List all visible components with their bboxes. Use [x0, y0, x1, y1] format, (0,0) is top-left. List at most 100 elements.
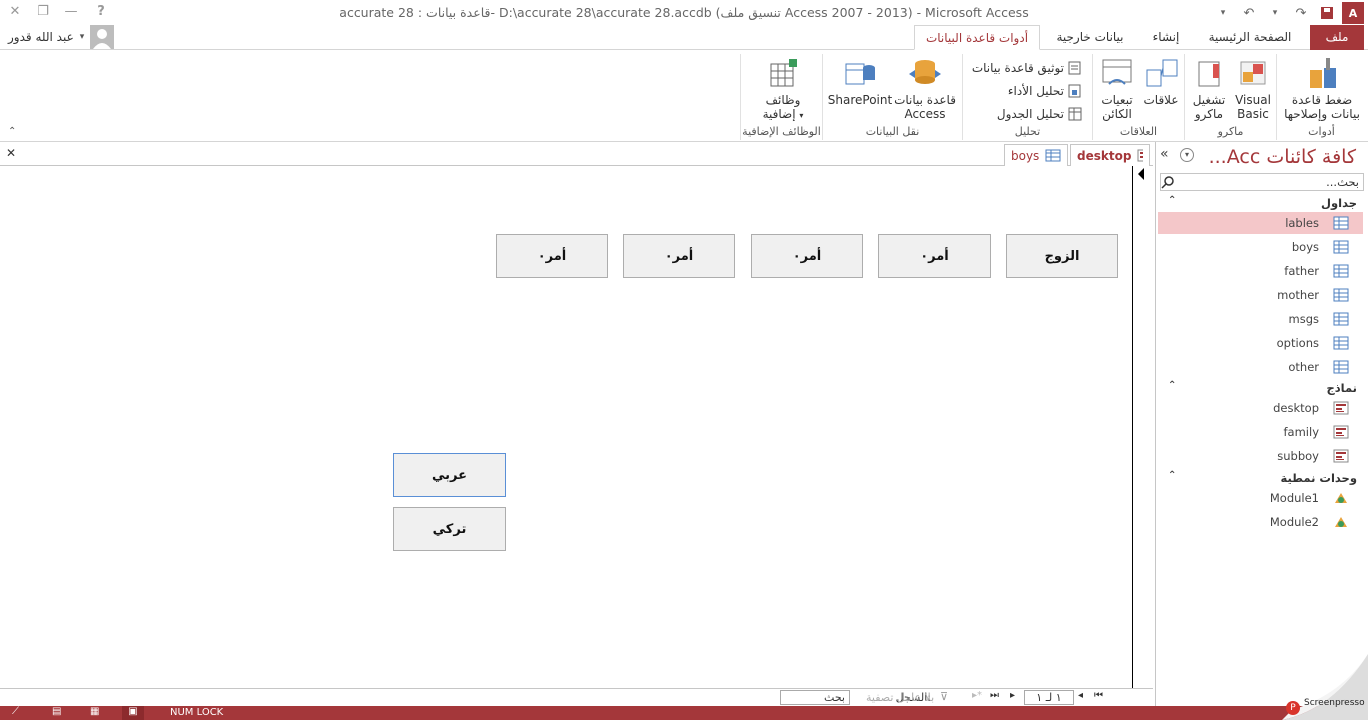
turkish-button[interactable]: تركي — [393, 507, 506, 551]
nav-item-label: lables — [1285, 216, 1319, 230]
nav-item-label: boys — [1291, 240, 1319, 254]
object-dependencies-icon — [1099, 56, 1135, 90]
access-database-button[interactable]: قاعدة بيانات Access — [893, 56, 957, 121]
avatar — [90, 25, 115, 49]
nav-item-label: Module2 — [1269, 515, 1319, 529]
nav-table-other[interactable]: other — [1158, 356, 1363, 378]
redo-icon[interactable]: ↷ — [1290, 2, 1312, 24]
first-record-icon[interactable]: ⏮ — [1094, 690, 1103, 701]
database-documenter-button[interactable]: توثيق قاعدة بيانات — [972, 58, 1082, 78]
nav-form-family[interactable]: family — [1158, 421, 1363, 443]
record-search-input[interactable]: بحث — [780, 690, 850, 705]
next-record-icon[interactable]: ▸ — [1010, 690, 1015, 701]
layout-view-icon[interactable]: ▤ — [52, 706, 61, 717]
nav-table-msgs[interactable]: msgs — [1158, 308, 1363, 330]
addins-icon — [765, 56, 801, 90]
datasheet-view-icon[interactable]: ▦ — [90, 706, 99, 717]
watermark-logo: P Screenpresso — [1272, 654, 1368, 720]
table-icon — [1333, 336, 1349, 350]
nav-module-Module1[interactable]: Module1 — [1158, 487, 1363, 509]
access-db-label-2: Access — [904, 107, 946, 121]
title-bar: ✕ ❐ — ? accurate 28 : قاعدة بيانات- D:\a… — [0, 0, 1368, 26]
nav-table-boys[interactable]: boys — [1158, 236, 1363, 258]
nav-table-options[interactable]: options — [1158, 332, 1363, 354]
tables-section-header[interactable]: جداول ⌃ — [1156, 193, 1368, 213]
nav-form-desktop[interactable]: desktop — [1158, 397, 1363, 419]
group-relationships: علاقات تبعيات الكائن العلاقات — [1092, 54, 1184, 140]
relationships-button[interactable]: علاقات — [1139, 56, 1183, 107]
command-button-1[interactable]: أمر٠ — [878, 234, 991, 278]
module-icon — [1333, 515, 1349, 529]
previous-record-icon[interactable]: ◂ — [1078, 690, 1083, 701]
addins-label-1: وظائف — [765, 93, 801, 107]
collapse-ribbon-icon[interactable]: ⌃ — [8, 126, 16, 137]
sharepoint-button[interactable]: SharePoint — [827, 56, 893, 107]
nav-item-label: desktop — [1273, 401, 1319, 415]
nav-table-mother[interactable]: mother — [1158, 284, 1363, 306]
arabic-button[interactable]: عربي — [393, 453, 506, 497]
tab-file[interactable]: ملف — [1310, 25, 1364, 50]
qat-customize-icon[interactable]: ▾ — [1212, 2, 1234, 24]
ribbon: ضغط قاعدة بيانات وإصلاحها أدوات Visual B… — [0, 50, 1368, 142]
visual-basic-button[interactable]: Visual Basic — [1233, 56, 1273, 121]
group-tools: ضغط قاعدة بيانات وإصلاحها أدوات — [1276, 54, 1366, 140]
tab-external-data[interactable]: بيانات خارجية — [1046, 25, 1134, 50]
window-title: accurate 28 : قاعدة بيانات- D:\accurate … — [339, 5, 1029, 20]
undo-icon[interactable]: ↶ — [1238, 2, 1260, 24]
scroll-arrow-icon[interactable] — [1134, 166, 1152, 186]
tab-desktop[interactable]: desktop — [1070, 144, 1150, 166]
nav-form-subboy[interactable]: subboy — [1158, 445, 1363, 467]
save-icon[interactable] — [1316, 2, 1338, 24]
user-account[interactable]: ▾ عبد الله قدور — [8, 24, 115, 50]
filter-icon: ⊽ — [940, 690, 949, 703]
collapse-nav-icon[interactable]: « — [1160, 146, 1169, 162]
documenter-icon — [1068, 61, 1081, 75]
addins-label-2: إضافية ▾ — [753, 107, 813, 123]
run-macro-label-2: ماكرو — [1194, 107, 1224, 121]
run-macro-label-1: تشغيل — [1192, 93, 1226, 107]
tab-create[interactable]: إنشاء — [1140, 25, 1192, 50]
nav-table-father[interactable]: father — [1158, 260, 1363, 282]
current-record-field[interactable]: ١ لـ ١ — [1024, 690, 1074, 705]
performance-label: تحليل الأداء — [1007, 84, 1064, 98]
compact-repair-button[interactable]: ضغط قاعدة بيانات وإصلاحها — [1281, 56, 1363, 121]
nav-item-label: msgs — [1288, 312, 1320, 326]
sharepoint-icon — [842, 56, 878, 90]
compact-label-2: بيانات وإصلاحها — [1284, 107, 1360, 121]
form-icon — [1137, 149, 1143, 162]
addins-button[interactable]: وظائف إضافية ▾ — [753, 56, 813, 123]
close-document-icon[interactable]: ✕ — [6, 146, 16, 160]
command-button-2[interactable]: أمر٠ — [751, 234, 863, 278]
nav-menu-dropdown-icon[interactable]: ▾ — [1180, 148, 1194, 162]
object-dependencies-button[interactable]: تبعيات الكائن — [1095, 56, 1139, 121]
analyze-performance-button[interactable]: تحليل الأداء — [1008, 81, 1082, 101]
new-record-icon[interactable]: ▸* — [972, 690, 982, 701]
forms-section-header[interactable]: نماذج ⌃ — [1156, 378, 1368, 398]
tab-home[interactable]: الصفحة الرئيسية — [1198, 25, 1302, 50]
command-button-3[interactable]: أمر٠ — [623, 234, 735, 278]
tab-boys-label: boys — [1011, 148, 1040, 163]
analyze-table-button[interactable]: تحليل الجدول — [997, 104, 1082, 124]
command-button-4[interactable]: أمر٠ — [496, 234, 608, 278]
nav-module-Module2[interactable]: Module2 — [1158, 511, 1363, 533]
analyze-table-label: تحليل الجدول — [996, 107, 1064, 121]
modules-section-header[interactable]: وحدات نمطية ⌃ — [1156, 468, 1368, 488]
redo-dropdown-icon[interactable]: ▾ — [1264, 2, 1286, 24]
record-position: ١ لـ ١ — [1036, 691, 1062, 704]
form-view-icon[interactable]: ▣ — [122, 706, 144, 720]
husband-button[interactable]: الزوج — [1006, 234, 1118, 278]
filter-status[interactable]: بلا عامل تصفية — [866, 691, 934, 704]
access-logo-icon: A — [1342, 2, 1364, 24]
design-view-icon[interactable]: ⟋ — [12, 706, 19, 717]
watermark-text: Screenpresso — [1304, 698, 1365, 708]
tab-database-tools[interactable]: أدوات قاعدة البيانات — [914, 25, 1040, 50]
run-macro-button[interactable]: تشغيل ماكرو — [1187, 56, 1231, 121]
table-icon — [1333, 264, 1349, 278]
nav-item-label: father — [1284, 264, 1319, 278]
table-icon — [1333, 240, 1349, 254]
tab-boys[interactable]: boys — [1004, 144, 1068, 166]
vertical-scrollbar[interactable] — [1134, 166, 1152, 688]
nav-search-input[interactable]: بحث... — [1160, 173, 1364, 191]
nav-table-lables[interactable]: lables — [1158, 212, 1363, 234]
last-record-icon[interactable]: ⏭ — [990, 690, 999, 701]
